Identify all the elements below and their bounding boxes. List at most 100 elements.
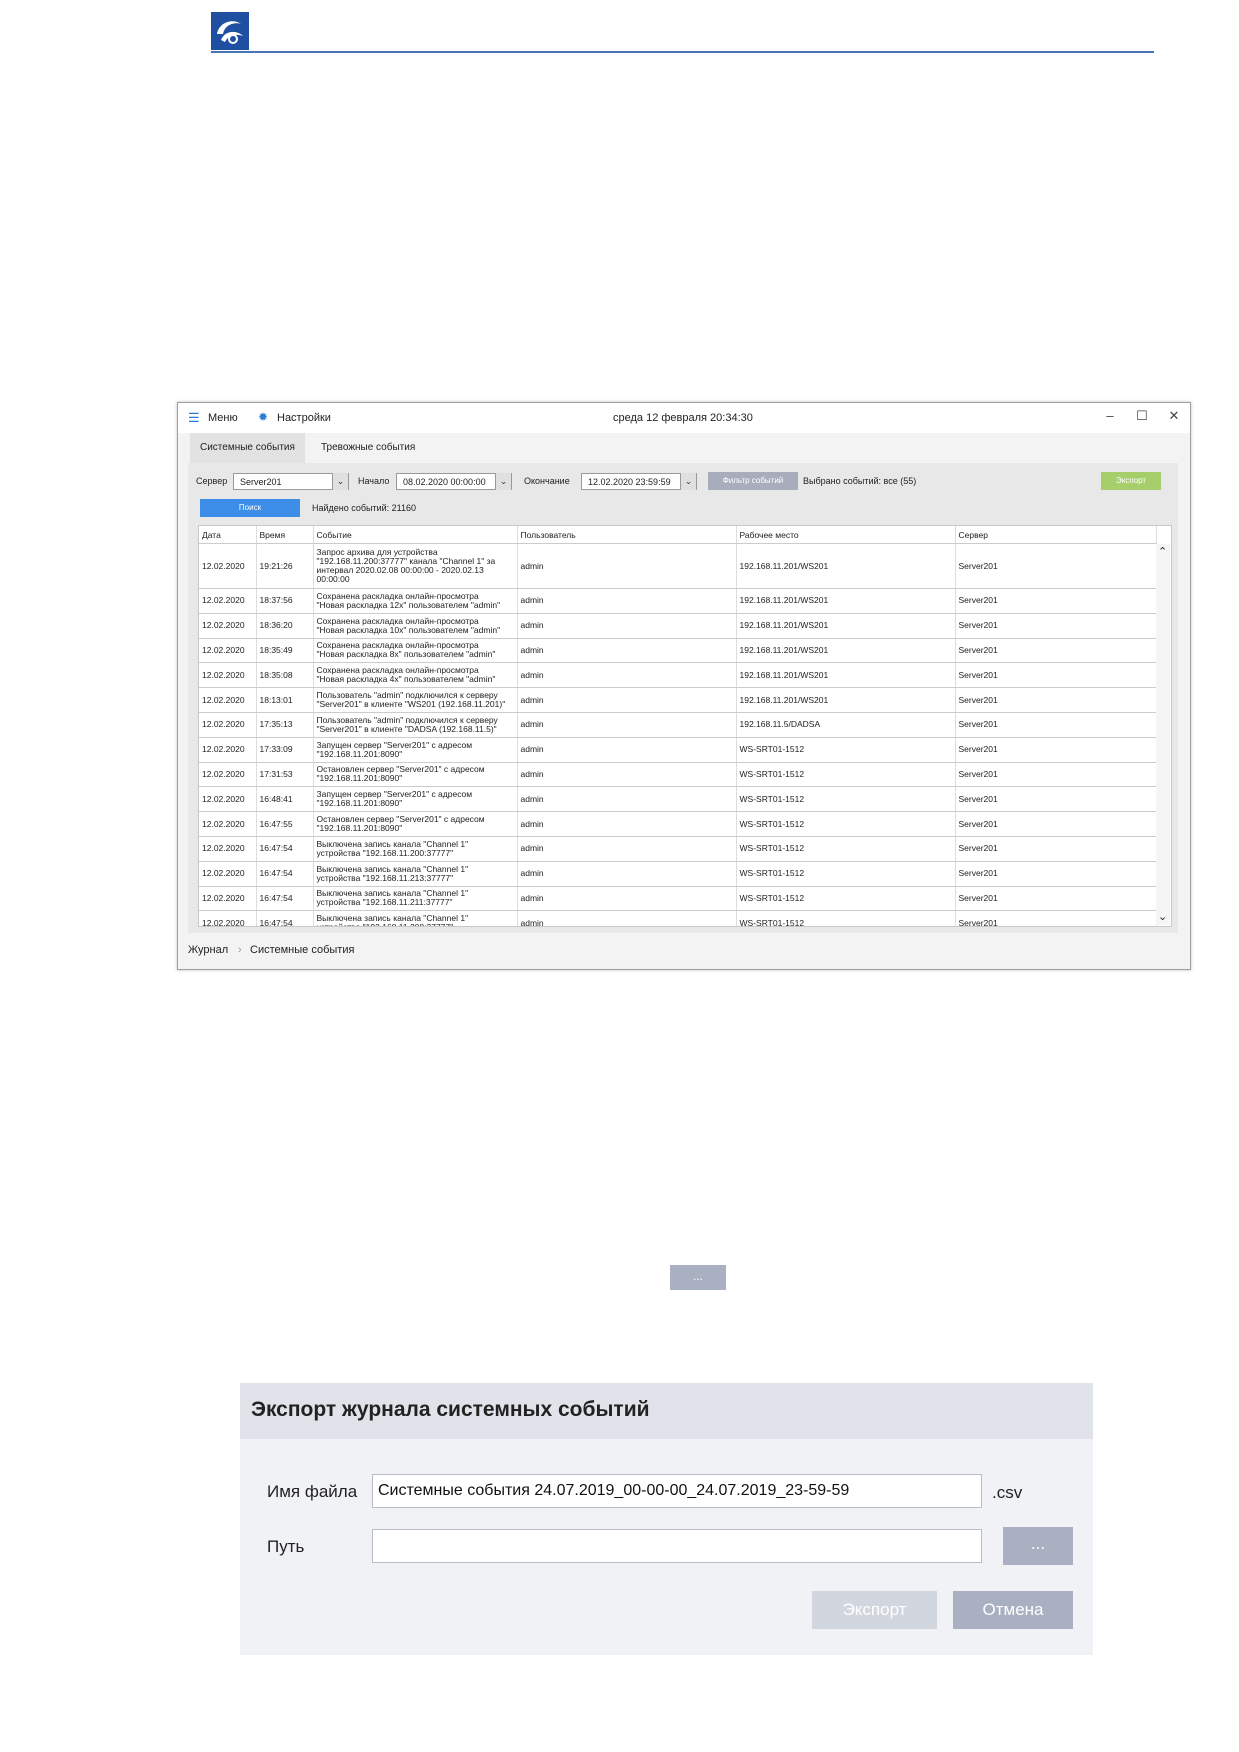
cell-user: admin — [517, 662, 737, 689]
cell-date: 12.02.2020 — [199, 786, 257, 813]
chevron-down-icon[interactable]: ⌄ — [495, 473, 511, 490]
cell-workstation: 192.168.11.201/WS201 — [736, 638, 956, 664]
dialog-cancel-button[interactable]: Отмена — [953, 1591, 1073, 1629]
filename-label: Имя файла — [267, 1482, 358, 1501]
menu-button[interactable]: Меню — [208, 412, 238, 424]
cell-user: admin — [517, 687, 737, 713]
cell-event: Остановлен сервер "Server201" с адресом … — [313, 811, 518, 837]
table-row[interactable]: 12.02.2020 18:35:08 Сохранена раскладка он… — [199, 662, 1157, 689]
settings-button[interactable]: Настройки — [277, 412, 331, 424]
dialog-export-button[interactable]: Экспорт — [812, 1591, 937, 1629]
cell-workstation: WS-SRT01-1512 — [736, 811, 956, 837]
cell-server: Server201 — [955, 861, 1157, 887]
close-icon[interactable]: ✕ — [1164, 408, 1184, 424]
export-button[interactable]: Экспорт — [1101, 472, 1161, 490]
table-row[interactable]: 12.02.2020 16:47:54 Выключена запись канал… — [199, 886, 1157, 912]
table-row[interactable]: 12.02.2020 16:47:54 Выключена запись канал… — [199, 836, 1157, 862]
cell-workstation: WS-SRT01-1512 — [736, 737, 956, 763]
maximize-icon[interactable]: ☐ — [1132, 408, 1152, 424]
cell-time: 16:48:41 — [256, 786, 314, 813]
table-row[interactable]: 12.02.2020 18:36:20 Сохранена раскладка он… — [199, 613, 1157, 639]
chevron-down-icon[interactable]: ⌄ — [332, 473, 348, 490]
cell-user: admin — [517, 737, 737, 763]
events-panel: Сервер Server201 ⌄ Начало 08.02.2020 00:… — [188, 463, 1178, 933]
cell-date: 12.02.2020 — [199, 910, 257, 926]
table-row[interactable]: 12.02.2020 17:35:13 Пользователь "admin" п… — [199, 712, 1157, 738]
start-datetime-value: 08.02.2020 00:00:00 — [403, 477, 486, 487]
scroll-down-icon[interactable]: ⌄ — [1158, 910, 1167, 923]
cell-event: Сохранена раскладка онлайн-просмотра "Но… — [313, 662, 518, 689]
cell-time: 17:31:53 — [256, 762, 314, 788]
cell-event: Пользователь "admin" подключился к серве… — [313, 712, 518, 738]
table-scrollbar[interactable]: ⌃ ⌄ — [1156, 544, 1170, 925]
cell-time: 16:47:54 — [256, 886, 314, 912]
cell-time: 16:47:54 — [256, 910, 314, 926]
cell-date: 12.02.2020 — [199, 712, 257, 738]
path-input[interactable] — [372, 1529, 982, 1563]
cell-server: Server201 — [955, 638, 1157, 664]
datetime-display: среда 12 февраля 20:34:30 — [613, 412, 753, 424]
header-divider — [211, 51, 1154, 53]
column-header-workstation[interactable]: Рабочее место — [736, 526, 956, 544]
scroll-up-icon[interactable]: ⌃ — [1158, 545, 1167, 558]
filename-input[interactable]: Системные события 24.07.2019_00-00-00_24… — [372, 1474, 982, 1508]
cell-server: Server201 — [955, 910, 1157, 926]
column-header-user[interactable]: Пользователь — [517, 526, 737, 544]
cell-user: admin — [517, 786, 737, 813]
cell-event: Выключена запись канала "Channel 1" устр… — [313, 861, 518, 887]
table-row[interactable]: 12.02.2020 18:13:01 Пользователь "admin" п… — [199, 687, 1157, 713]
cell-user: admin — [517, 762, 737, 788]
start-datetime-picker[interactable]: 08.02.2020 00:00:00 ⌄ — [396, 473, 512, 490]
server-select-value: Server201 — [240, 477, 282, 487]
chevron-down-icon[interactable]: ⌄ — [680, 473, 696, 490]
cell-user: admin — [517, 811, 737, 837]
settings-gear-icon[interactable]: ✹ — [258, 410, 268, 424]
column-header-server[interactable]: Сервер — [955, 526, 1157, 544]
table-row[interactable]: 12.02.2020 18:37:56 Сохранена раскладка он… — [199, 588, 1157, 614]
minimize-icon[interactable]: – — [1100, 408, 1120, 423]
cell-date: 12.02.2020 — [199, 613, 257, 639]
browse-path-button[interactable]: ... — [1003, 1527, 1073, 1565]
company-logo-icon — [211, 12, 249, 50]
table-row[interactable]: 12.02.2020 17:31:53 Остановлен сервер "Ser… — [199, 762, 1157, 788]
server-select[interactable]: Server201 ⌄ — [233, 473, 349, 490]
table-row[interactable]: 12.02.2020 16:47:54 Выключена запись канал… — [199, 910, 1157, 926]
column-header-time[interactable]: Время — [256, 526, 314, 544]
cell-server: Server201 — [955, 687, 1157, 713]
app-window: ☰ Меню ✹ Настройки среда 12 февраля 20:3… — [177, 402, 1191, 970]
cell-date: 12.02.2020 — [199, 811, 257, 837]
table-row[interactable]: 12.02.2020 16:47:55 Остановлен сервер "Ser… — [199, 811, 1157, 837]
cell-server: Server201 — [955, 588, 1157, 614]
cell-user: admin — [517, 543, 737, 589]
table-row[interactable]: 12.02.2020 18:35:49 Сохранена раскладка он… — [199, 638, 1157, 664]
event-filter-button[interactable]: Фильтр событий — [708, 472, 798, 490]
cell-server: Server201 — [955, 662, 1157, 689]
cell-time: 19:21:26 — [256, 543, 314, 589]
cell-time: 16:47:54 — [256, 861, 314, 887]
cell-time: 17:33:09 — [256, 737, 314, 763]
cell-date: 12.02.2020 — [199, 588, 257, 614]
table-row[interactable]: 12.02.2020 16:48:41 Запущен сервер "Server… — [199, 786, 1157, 813]
end-label: Окончание — [524, 476, 570, 486]
dialog-title: Экспорт журнала системных событий — [251, 1398, 650, 1421]
cell-workstation: WS-SRT01-1512 — [736, 836, 956, 862]
column-header-date[interactable]: Дата — [199, 526, 257, 544]
end-datetime-picker[interactable]: 12.02.2020 23:59:59 ⌄ — [581, 473, 697, 490]
menu-icon[interactable]: ☰ — [188, 410, 200, 426]
table-row[interactable]: 12.02.2020 17:33:09 Запущен сервер "Server… — [199, 737, 1157, 763]
breadcrumb-separator: › — [238, 944, 242, 956]
cell-time: 16:47:55 — [256, 811, 314, 837]
table-row[interactable]: 12.02.2020 16:47:54 Выключена запись канал… — [199, 861, 1157, 887]
tab-alarm-events[interactable]: Тревожные события — [311, 433, 425, 463]
cell-server: Server201 — [955, 543, 1157, 589]
cell-date: 12.02.2020 — [199, 638, 257, 664]
cell-event: Сохранена раскладка онлайн-просмотра "Но… — [313, 638, 518, 664]
cell-date: 12.02.2020 — [199, 543, 257, 589]
tab-system-events[interactable]: Системные события — [190, 433, 305, 463]
table-row[interactable]: 12.02.2020 19:21:26 Запрос архива для устр… — [199, 543, 1157, 589]
search-button[interactable]: Поиск — [200, 499, 300, 517]
cell-user: admin — [517, 588, 737, 614]
breadcrumb-root[interactable]: Журнал — [188, 944, 228, 956]
column-header-event[interactable]: Событие — [313, 526, 518, 544]
selected-events-text: Выбрано событий: все (55) — [803, 476, 917, 486]
